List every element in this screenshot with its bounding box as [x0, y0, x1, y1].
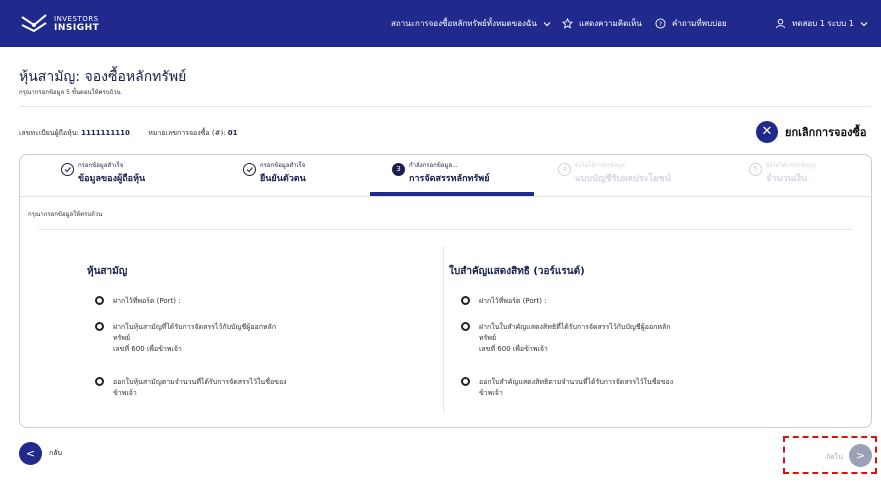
- step-number-badge: 5: [749, 163, 762, 176]
- close-icon: ✕: [756, 121, 778, 143]
- nav-faq-label: คำถามที่พบบ่อย: [672, 19, 727, 28]
- order-meta: เลขทะเบียนผู้ถือหุ้น: 1111111110 หมายเลข…: [19, 128, 238, 139]
- option-label: ทรัพย์: [113, 334, 131, 342]
- warrant-option-issuer-account[interactable]: ฝากในใบสำคัญแสดงสิทธิที่ได้รับการจัดสรรไ…: [461, 322, 671, 355]
- column-divider: [443, 246, 444, 411]
- step-status: กำลังกรอกข้อมูล...: [409, 162, 458, 169]
- step-title: ข้อมูลของผู้ถือหุ้น: [78, 174, 146, 184]
- nav-subscription-status[interactable]: สถานะการจองซื้อหลักทรัพย์ทั้งหมดของฉัน: [391, 0, 551, 47]
- warrant-option-certificate[interactable]: ออกใบสำคัญแสดงสิทธิตามจำนวนที่ได้รับการจ…: [461, 377, 673, 399]
- step-status: ยังไม่ได้กรอกข้อมูล: [766, 162, 816, 169]
- option-label: ออกใบหุ้นสามัญตามจำนวนที่ได้รับการจัดสรร…: [113, 378, 287, 386]
- option-label: ฝากในหุ้นสามัญที่ได้รับการจัดสรรไว้กับบั…: [113, 323, 277, 331]
- next-label: ถัดไป: [826, 453, 843, 461]
- shareholder-value: 1111111110: [81, 129, 130, 137]
- common-stock-title: หุ้นสามัญ: [87, 266, 128, 277]
- top-bar: INVESTORS INSIGHT สถานะการจองซื้อหลักทรั…: [0, 0, 881, 47]
- option-label: ออกใบสำคัญแสดงสิทธิตามจำนวนที่ได้รับการจ…: [479, 378, 674, 386]
- option-label: ข้าพเจ้า: [479, 389, 503, 397]
- cancel-subscription-label: ยกเลิกการจองซื้อ: [785, 126, 867, 139]
- chevron-down-icon: [860, 21, 868, 26]
- logo-icon: [21, 13, 47, 32]
- radio-button[interactable]: [95, 322, 104, 331]
- radio-button[interactable]: [95, 296, 104, 305]
- active-step-indicator: [370, 192, 534, 196]
- common-stock-option-certificate[interactable]: ออกใบหุ้นสามัญตามจำนวนที่ได้รับการจัดสรร…: [95, 377, 287, 399]
- step-number-badge: 3: [392, 163, 405, 176]
- order-label: หมายเลขการจองซื้อ (#):: [148, 129, 226, 137]
- svg-text:?: ?: [659, 20, 662, 28]
- step-status: กรอกข้อมูลสำเร็จ: [260, 162, 306, 169]
- check-circle-icon: [243, 163, 256, 176]
- radio-button[interactable]: [461, 377, 470, 386]
- back-label: กลับ: [49, 449, 62, 457]
- stepper: กรอกข้อมูลสำเร็จ ข้อมูลของผู้ถือหุ้น กรอ…: [20, 155, 871, 197]
- check-circle-icon: [61, 163, 74, 176]
- nav-feedback[interactable]: แสดงความคิดเห็น: [562, 0, 642, 47]
- divider: [39, 229, 852, 230]
- option-label: ฝากไว้ที่พอร์ต (Port) :: [113, 297, 181, 305]
- warrant-option-port[interactable]: ฝากไว้ที่พอร์ต (Port) :: [461, 296, 547, 307]
- option-label: ฝากไว้ที่พอร์ต (Port) :: [479, 297, 547, 305]
- back-button[interactable]: < กลับ: [19, 442, 62, 465]
- nav-faq[interactable]: ? คำถามที่พบบ่อย: [655, 0, 727, 47]
- chevron-right-icon: >: [855, 449, 866, 462]
- help-circle-icon: ?: [655, 18, 666, 29]
- common-stock-option-port[interactable]: ฝากไว้ที่พอร์ต (Port) :: [95, 296, 181, 307]
- option-label: ฝากในใบสำคัญแสดงสิทธิที่ได้รับการจัดสรรไ…: [479, 323, 671, 331]
- user-menu[interactable]: ทดสอบ 1 ระบบ 1: [775, 0, 868, 47]
- next-button-highlight: ถัดไป >: [783, 436, 877, 474]
- star-icon: [562, 18, 573, 29]
- cancel-subscription-button[interactable]: ✕ ยกเลิกการจองซื้อ: [756, 121, 867, 143]
- common-stock-option-issuer-account[interactable]: ฝากในหุ้นสามัญที่ได้รับการจัดสรรไว้กับบั…: [95, 322, 276, 355]
- radio-button[interactable]: [461, 322, 470, 331]
- next-button[interactable]: >: [849, 444, 872, 467]
- user-icon: [775, 18, 786, 29]
- chevron-down-icon: [543, 21, 551, 26]
- option-label: เลขที่ 600 เพื่อข้าพเจ้า: [479, 345, 548, 353]
- option-label: ทรัพย์: [479, 334, 497, 342]
- divider: [19, 106, 871, 107]
- allocation-card: กรอกข้อมูลสำเร็จ ข้อมูลของผู้ถือหุ้น กรอ…: [19, 154, 872, 428]
- step-title: การจัดสรรหลักทรัพย์: [409, 174, 490, 184]
- step-status: กรอกข้อมูลสำเร็จ: [78, 162, 124, 169]
- order-value: 01: [227, 129, 238, 137]
- step-status: ยังไม่ได้กรอกข้อมูล: [575, 162, 625, 169]
- step-title: แบบบัญชีรับผลประโยชน์: [575, 174, 671, 184]
- nav-subscription-status-label: สถานะการจองซื้อหลักทรัพย์ทั้งหมดของฉัน: [391, 19, 537, 28]
- brand-logo[interactable]: INVESTORS INSIGHT: [20, 13, 99, 35]
- brand-text: INVESTORS INSIGHT: [54, 15, 99, 33]
- page-subtitle: กรุณากรอกข้อมูล 5 ขั้นตอนให้ครบถ้วน: [19, 89, 121, 96]
- step-title: จำนวนเงิน: [766, 174, 808, 184]
- fill-note: กรุณากรอกข้อมูลให้ครบถ้วน: [28, 211, 103, 218]
- nav-feedback-label: แสดงความคิดเห็น: [579, 19, 642, 28]
- step-number-badge: 4: [558, 163, 571, 176]
- step-title: ยืนยันตัวตน: [260, 174, 306, 184]
- option-label: ข้าพเจ้า: [113, 389, 137, 397]
- shareholder-label: เลขทะเบียนผู้ถือหุ้น:: [19, 129, 79, 137]
- warrant-title: ใบสำคัญแสดงสิทธิ (วอร์แรนต์): [449, 266, 585, 277]
- chevron-left-icon: <: [19, 442, 42, 465]
- page-title: หุ้นสามัญ: จองซื้อหลักทรัพย์: [19, 69, 187, 85]
- brand-line2: INSIGHT: [54, 22, 100, 33]
- option-label: เลขที่ 600 เพื่อข้าพเจ้า: [113, 345, 182, 353]
- user-name: ทดสอบ 1 ระบบ 1: [792, 19, 854, 28]
- radio-button[interactable]: [95, 377, 104, 386]
- radio-button[interactable]: [461, 296, 470, 305]
